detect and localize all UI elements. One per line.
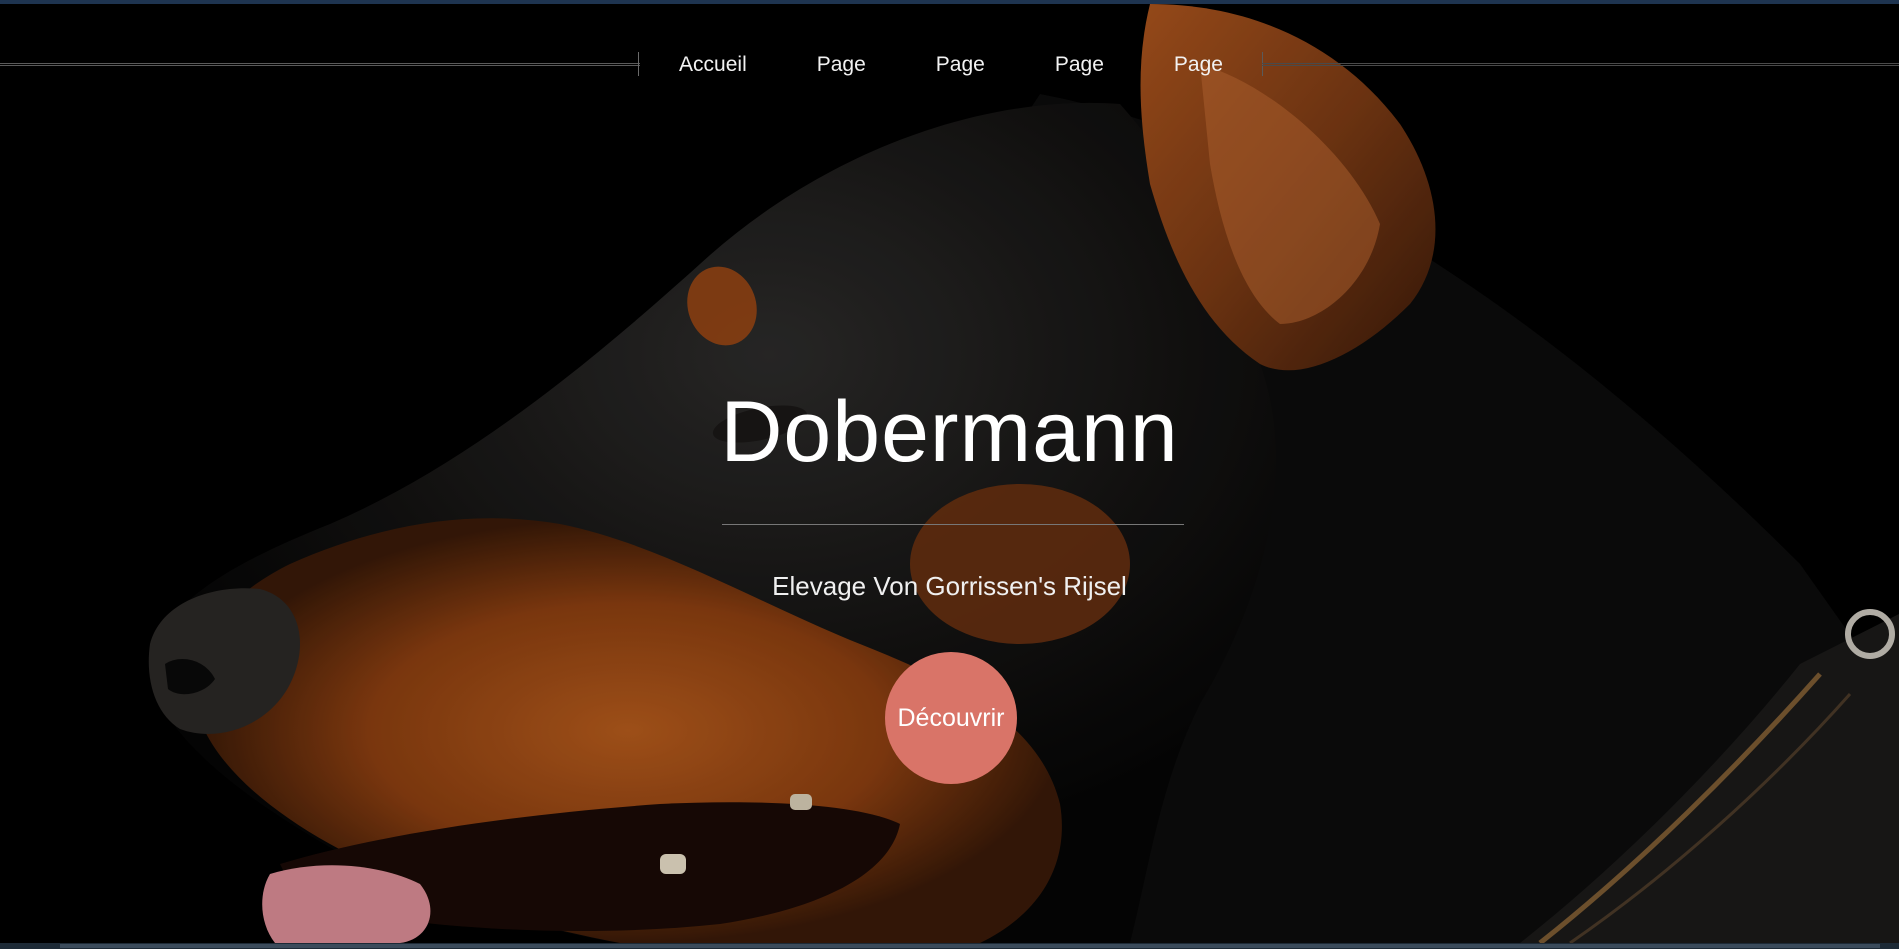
nav-link-page-4[interactable]: Page: [1139, 42, 1258, 88]
nav-decorative-cap-left: [638, 52, 639, 76]
main-navigation: Accueil Page Page Page Page: [0, 42, 1899, 88]
scrollbar-thumb[interactable]: [60, 944, 1880, 948]
nav-link-accueil[interactable]: Accueil: [644, 42, 782, 88]
nav-link-page-1[interactable]: Page: [782, 42, 901, 88]
horizontal-scrollbar[interactable]: [0, 943, 1899, 949]
nav-link-page-2[interactable]: Page: [901, 42, 1020, 88]
nav-link-page-3[interactable]: Page: [1020, 42, 1139, 88]
hero-subtitle: Elevage Von Gorrissen's Rijsel: [772, 571, 1127, 601]
hero-divider: [722, 524, 1184, 525]
hero-section: Accueil Page Page Page Page Dobermann El…: [0, 4, 1899, 943]
nav-decorative-rule-left: [0, 63, 640, 66]
discover-button[interactable]: Découvrir: [885, 652, 1017, 784]
hero-title: Dobermann: [720, 384, 1179, 480]
nav-decorative-rule-right: [1262, 63, 1899, 66]
nav-menu: Accueil Page Page Page Page: [640, 42, 1262, 88]
